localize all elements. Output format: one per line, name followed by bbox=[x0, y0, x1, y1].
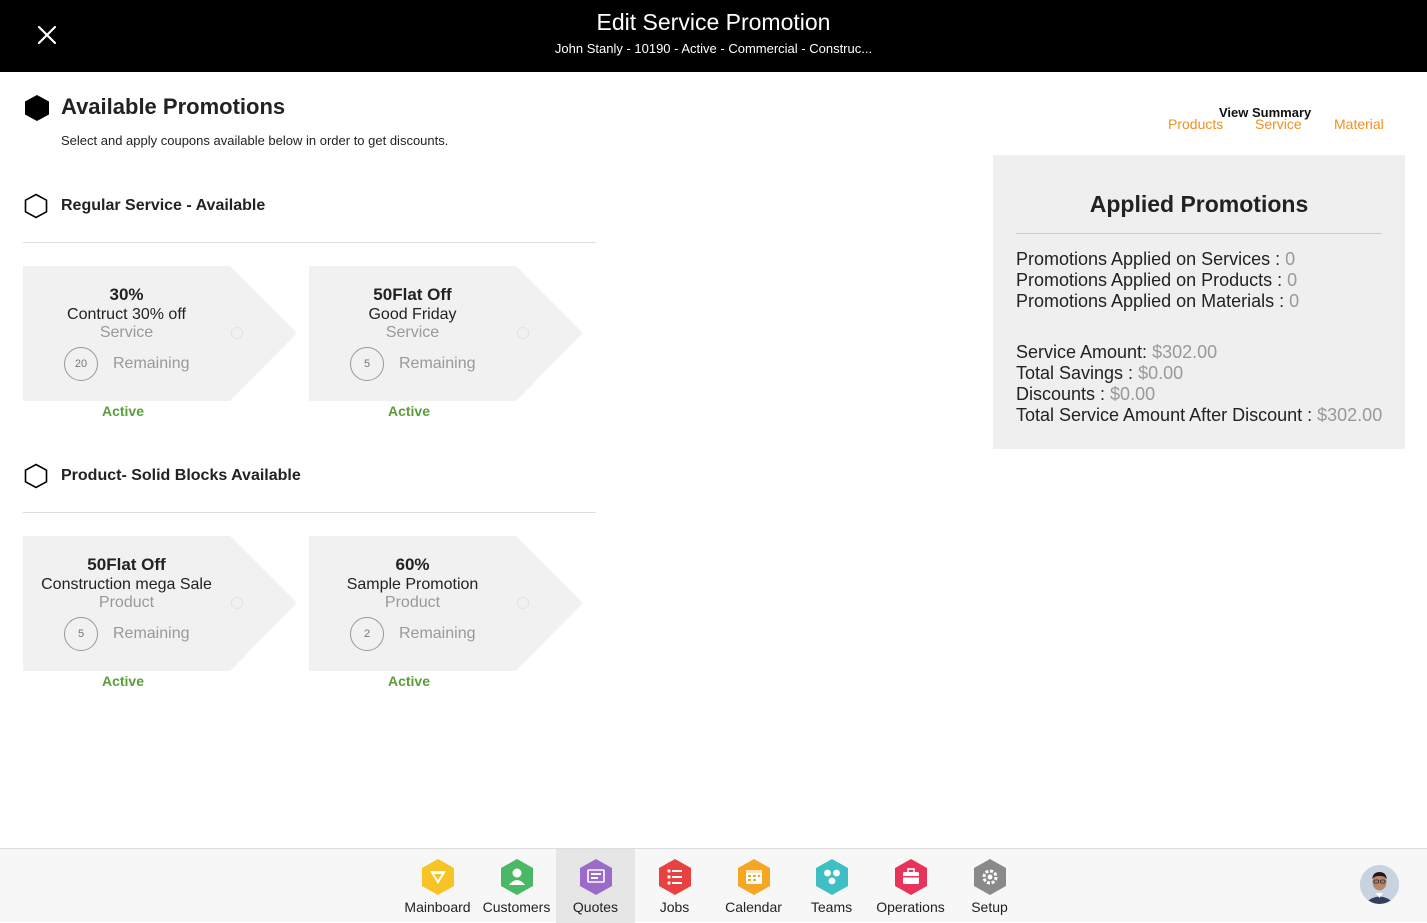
applied-promotions-title: Applied Promotions bbox=[1089, 191, 1309, 217]
nav-item-quotes[interactable]: Quotes bbox=[556, 849, 635, 923]
row-value: $302.00 bbox=[1317, 405, 1383, 425]
row-label: Service Amount: bbox=[1016, 342, 1153, 362]
hexagon-outline-icon bbox=[24, 463, 48, 489]
coupon-select-radio[interactable] bbox=[517, 597, 529, 609]
row-label: Discounts : bbox=[1016, 384, 1111, 404]
section-description: Select and apply coupons available below… bbox=[61, 133, 449, 148]
coupon-name: Good Friday bbox=[368, 306, 457, 323]
coupon-name: Contruct 30% off bbox=[67, 306, 186, 323]
calendar-icon bbox=[738, 859, 770, 895]
row-value: 0 bbox=[1287, 270, 1298, 290]
jobs-icon bbox=[659, 859, 691, 895]
remaining-label: Remaining bbox=[113, 355, 190, 372]
section-title-regular-service: Regular Service - Available bbox=[61, 197, 266, 214]
user-avatar-icon bbox=[1360, 865, 1399, 904]
row-label: Promotions Applied on Services : bbox=[1016, 249, 1286, 269]
coupon-title: 60% bbox=[395, 555, 430, 574]
remaining-count-badge: 20 bbox=[64, 347, 98, 381]
hexagon-outline-icon bbox=[24, 193, 48, 219]
coupon-name: Sample Promotion bbox=[346, 576, 479, 593]
row-label: Total Savings : bbox=[1016, 363, 1139, 383]
row-value: 0 bbox=[1289, 291, 1300, 311]
row-label: Promotions Applied on Products : bbox=[1016, 270, 1288, 290]
nav-item-jobs[interactable]: Jobs bbox=[635, 849, 714, 923]
service-amount-row: Service Amount: $302.00 bbox=[1016, 342, 1217, 363]
teams-icon bbox=[816, 859, 848, 895]
total-after-discount-row: Total Service Amount After Discount : $3… bbox=[1016, 405, 1382, 426]
divider bbox=[23, 512, 596, 513]
remaining-label: Remaining bbox=[399, 625, 476, 642]
remaining-count-badge: 5 bbox=[350, 347, 384, 381]
coupon-title: 30% bbox=[109, 285, 144, 304]
coupon-type: Service bbox=[385, 324, 440, 341]
row-value: $0.00 bbox=[1138, 363, 1184, 383]
applied-promotions-panel: Applied Promotions Promotions Applied on… bbox=[993, 155, 1405, 449]
quotes-icon bbox=[580, 859, 612, 895]
customers-icon bbox=[501, 859, 533, 895]
avatar[interactable] bbox=[1360, 865, 1399, 904]
page-subtitle: John Stanly - 10190 - Active - Commercia… bbox=[554, 41, 873, 56]
divider bbox=[23, 242, 596, 243]
summary-links: View Summary Products Service Material bbox=[1160, 105, 1400, 135]
nav-label: Setup bbox=[971, 899, 1008, 915]
top-bar: Edit Service Promotion John Stanly - 101… bbox=[0, 0, 1427, 72]
row-label: Total Service Amount After Discount : bbox=[1016, 405, 1318, 425]
coupon-card[interactable]: 30% Contruct 30% off Service 20 Remainin… bbox=[23, 266, 298, 401]
discounts-row: Discounts : $0.00 bbox=[1016, 384, 1155, 405]
operations-icon bbox=[895, 859, 927, 895]
coupon-type: Product bbox=[98, 594, 155, 611]
coupon-card[interactable]: 60% Sample Promotion Product 2 Remaining bbox=[309, 536, 584, 671]
coupon-select-radio[interactable] bbox=[517, 327, 529, 339]
remaining-label: Remaining bbox=[399, 355, 476, 372]
row-value: $0.00 bbox=[1110, 384, 1156, 404]
remaining-count-badge: 2 bbox=[350, 617, 384, 651]
coupon-status: Active bbox=[387, 673, 431, 689]
summary-link-material[interactable]: Material bbox=[1334, 116, 1384, 132]
coupon-status: Active bbox=[101, 403, 145, 419]
section-heading: Available Promotions bbox=[61, 94, 286, 119]
setup-icon bbox=[974, 859, 1006, 895]
services-applied-row: Promotions Applied on Services : 0 bbox=[1016, 249, 1295, 270]
coupon-title: 50Flat Off bbox=[87, 555, 166, 574]
coupon-select-radio[interactable] bbox=[231, 597, 243, 609]
nav-item-setup[interactable]: Setup bbox=[950, 849, 1029, 923]
summary-link-service[interactable]: Service bbox=[1255, 116, 1302, 132]
mainboard-icon bbox=[422, 859, 454, 895]
summary-link-products[interactable]: Products bbox=[1168, 116, 1223, 132]
coupon-title: 50Flat Off bbox=[373, 285, 452, 304]
bottom-nav: Mainboard Customers Quotes Jobs Calendar… bbox=[0, 848, 1427, 923]
nav-item-customers[interactable]: Customers bbox=[477, 849, 556, 923]
remaining-count-badge: 5 bbox=[64, 617, 98, 651]
divider bbox=[1016, 233, 1382, 234]
coupon-select-radio[interactable] bbox=[231, 327, 243, 339]
section-title-product: Product- Solid Blocks Available bbox=[61, 467, 301, 484]
page-title: Edit Service Promotion bbox=[596, 9, 831, 35]
hexagon-filled-icon bbox=[25, 95, 49, 121]
products-applied-row: Promotions Applied on Products : 0 bbox=[1016, 270, 1297, 291]
coupon-name: Construction mega Sale bbox=[41, 576, 212, 593]
total-savings-row: Total Savings : $0.00 bbox=[1016, 363, 1183, 384]
coupon-card[interactable]: 50Flat Off Good Friday Service 5 Remaini… bbox=[309, 266, 584, 401]
nav-item-operations[interactable]: Operations bbox=[871, 849, 950, 923]
materials-applied-row: Promotions Applied on Materials : 0 bbox=[1016, 291, 1299, 312]
row-label: Promotions Applied on Materials : bbox=[1016, 291, 1290, 311]
remaining-label: Remaining bbox=[113, 625, 190, 642]
coupon-card[interactable]: 50Flat Off Construction mega Sale Produc… bbox=[23, 536, 298, 671]
coupon-status: Active bbox=[387, 403, 431, 419]
coupon-status: Active bbox=[101, 673, 145, 689]
coupon-type: Product bbox=[384, 594, 441, 611]
nav-item-mainboard[interactable]: Mainboard bbox=[398, 849, 477, 923]
coupon-type: Service bbox=[99, 324, 154, 341]
nav-item-teams[interactable]: Teams bbox=[792, 849, 871, 923]
row-value: $302.00 bbox=[1152, 342, 1218, 362]
row-value: 0 bbox=[1285, 249, 1296, 269]
